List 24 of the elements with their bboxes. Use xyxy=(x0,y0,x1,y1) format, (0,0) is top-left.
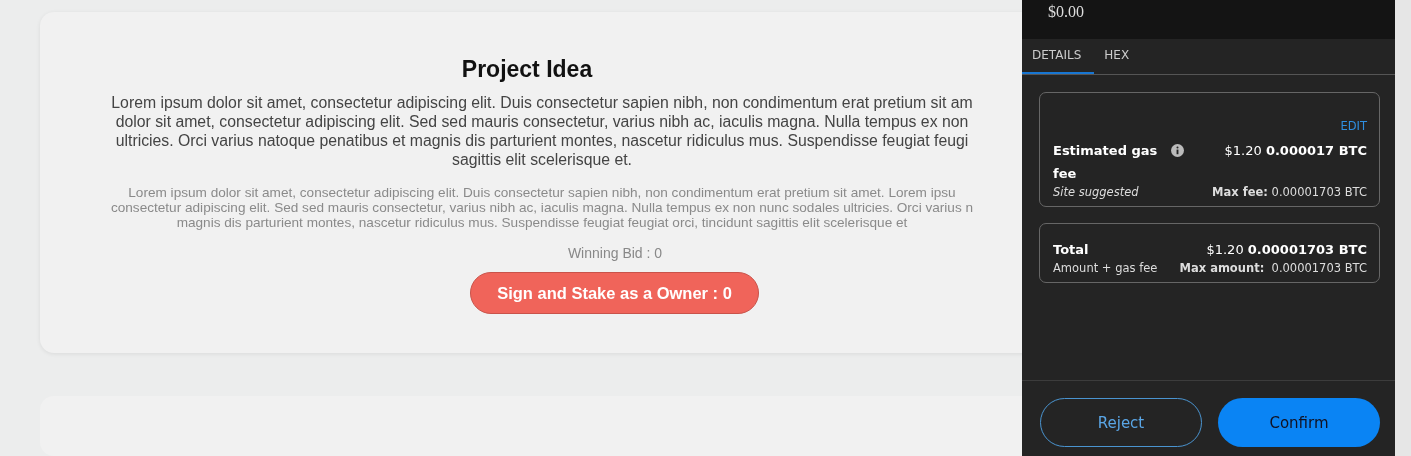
paragraph-line: consectetur adipiscing elit. Sed sed mauris consectetur, varius nibh ac, iaculis magna. Nulla tempus ex non nunc sodales ultricies. Orci varius n xyxy=(110,200,974,215)
total-value: $1.20 0.00001703 BTC xyxy=(1206,241,1367,259)
total-label: Total xyxy=(1053,241,1089,259)
info-icon[interactable] xyxy=(1171,144,1184,157)
paragraph-line: ultricies. Orci varius natoque penatibus et magnis dis parturient montes, nascetur ridiculus mus. Suspendisse feugiat feugi xyxy=(115,131,969,150)
paragraph-line: sagittis elit scelerisque et. xyxy=(452,150,632,169)
amount: $0.00 xyxy=(1048,3,1084,20)
card-title: Project Idea xyxy=(460,56,594,83)
gas-fee-label: Estimated gas fee xyxy=(1053,142,1159,183)
paragraph-line: Lorem ipsum dolor sit amet, consectetur adipiscing elit. Duis consectetur sapien nibh, non condimentum erat pretium sit am xyxy=(111,93,973,112)
site-suggested: Site suggested xyxy=(1053,185,1139,199)
paragraph-line: dolor sit amet, consectetur adipiscing elit. Sed sed mauris consectetur, varius nibh ac, iaculis magna. Nulla tempus ex non xyxy=(115,112,969,131)
total-note: Amount + gas fee xyxy=(1053,261,1158,275)
gas-fee-value: $1.20 0.000017 BTC xyxy=(1224,142,1367,160)
tab[interactable]: HEX xyxy=(1094,39,1143,74)
paragraph-line: magnis dis parturient montes, nascetur ridiculus mus. Suspendisse feugiat feugiat orci, tincidunt sagittis elit scelerisque et xyxy=(176,215,908,230)
edit-link[interactable]: EDIT xyxy=(1340,119,1367,133)
max-fee: Max fee: 0.00001703 BTC xyxy=(1212,185,1367,199)
max-amount: Max amount: 0.00001703 BTC xyxy=(1179,261,1367,275)
stake-button[interactable]: Sign and Stake as a Owner : 0 xyxy=(470,272,759,314)
tab[interactable]: DETAILS xyxy=(1022,39,1095,74)
paragraph-line: Lorem ipsum dolor sit amet, consectetur adipiscing elit. Duis consectetur sapien nibh, non condimentum erat pretium sit amet. Lorem ipsu xyxy=(128,185,956,200)
winning-bid: Winning Bid : 0 xyxy=(566,245,664,261)
confirm-button[interactable]: Confirm xyxy=(1218,398,1380,447)
